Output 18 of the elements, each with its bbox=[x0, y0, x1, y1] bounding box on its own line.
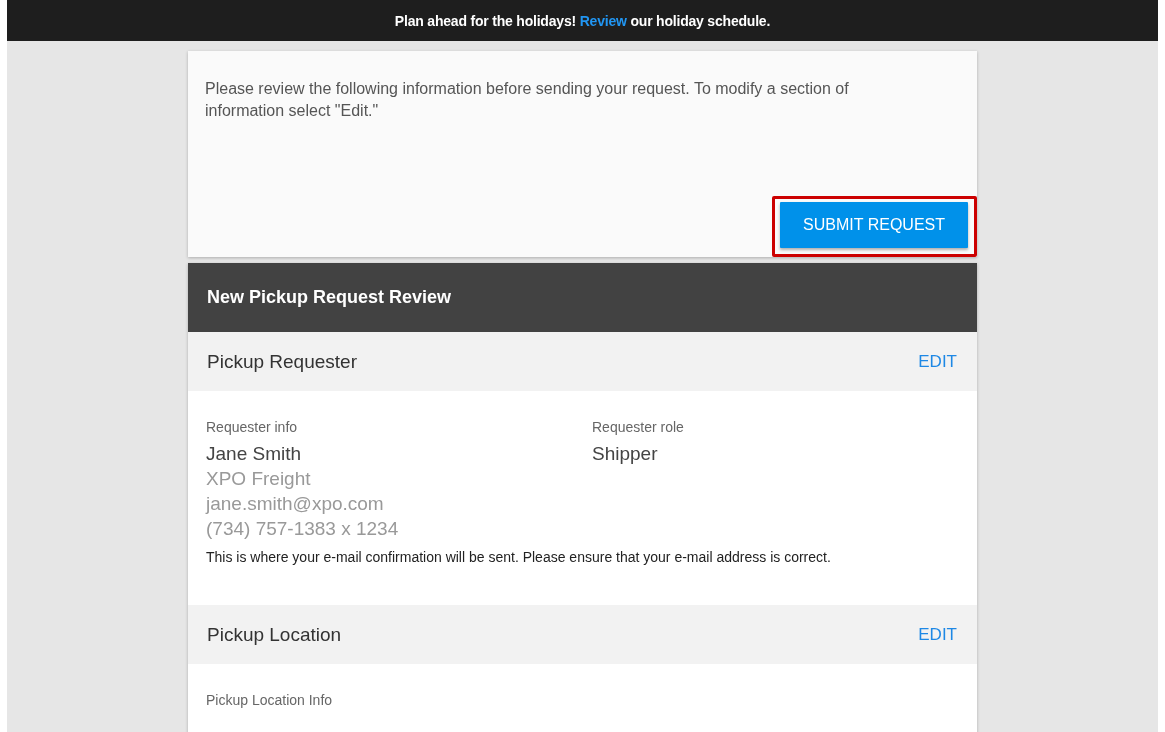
field-label: Requester info bbox=[206, 419, 299, 435]
section-title: Pickup Location bbox=[207, 623, 342, 646]
field-value: XPO Freight bbox=[206, 467, 312, 491]
edit-button[interactable]: EDIT bbox=[918, 351, 957, 372]
edit-button[interactable]: EDIT bbox=[918, 624, 957, 645]
field-value: jane.smith@xpo.com bbox=[206, 492, 385, 516]
field-value: (734) 757-1383 x 1234 bbox=[206, 517, 400, 541]
field-label: Requester role bbox=[592, 419, 685, 435]
field-value: Shipper bbox=[592, 442, 659, 466]
review-link[interactable]: Review bbox=[579, 12, 627, 29]
submit-request-button[interactable]: SUBMIT REQUEST bbox=[780, 202, 968, 248]
review-title: New Pickup Request Review bbox=[207, 287, 452, 308]
intro-text: Please review the following information before sending your request. To modify a section of information select "Edit." bbox=[205, 79, 850, 121]
field-label: Pickup Location Info bbox=[206, 692, 334, 708]
section-title: Pickup Requester bbox=[207, 350, 357, 373]
banner-text: Plan ahead for the holidays! Review our holiday schedule. bbox=[394, 12, 771, 29]
field-value: Jane Smith bbox=[206, 442, 303, 466]
note-text: This is where your e-mail confirmation will be sent. Please ensure that your e-mail address is correct. bbox=[206, 549, 832, 565]
